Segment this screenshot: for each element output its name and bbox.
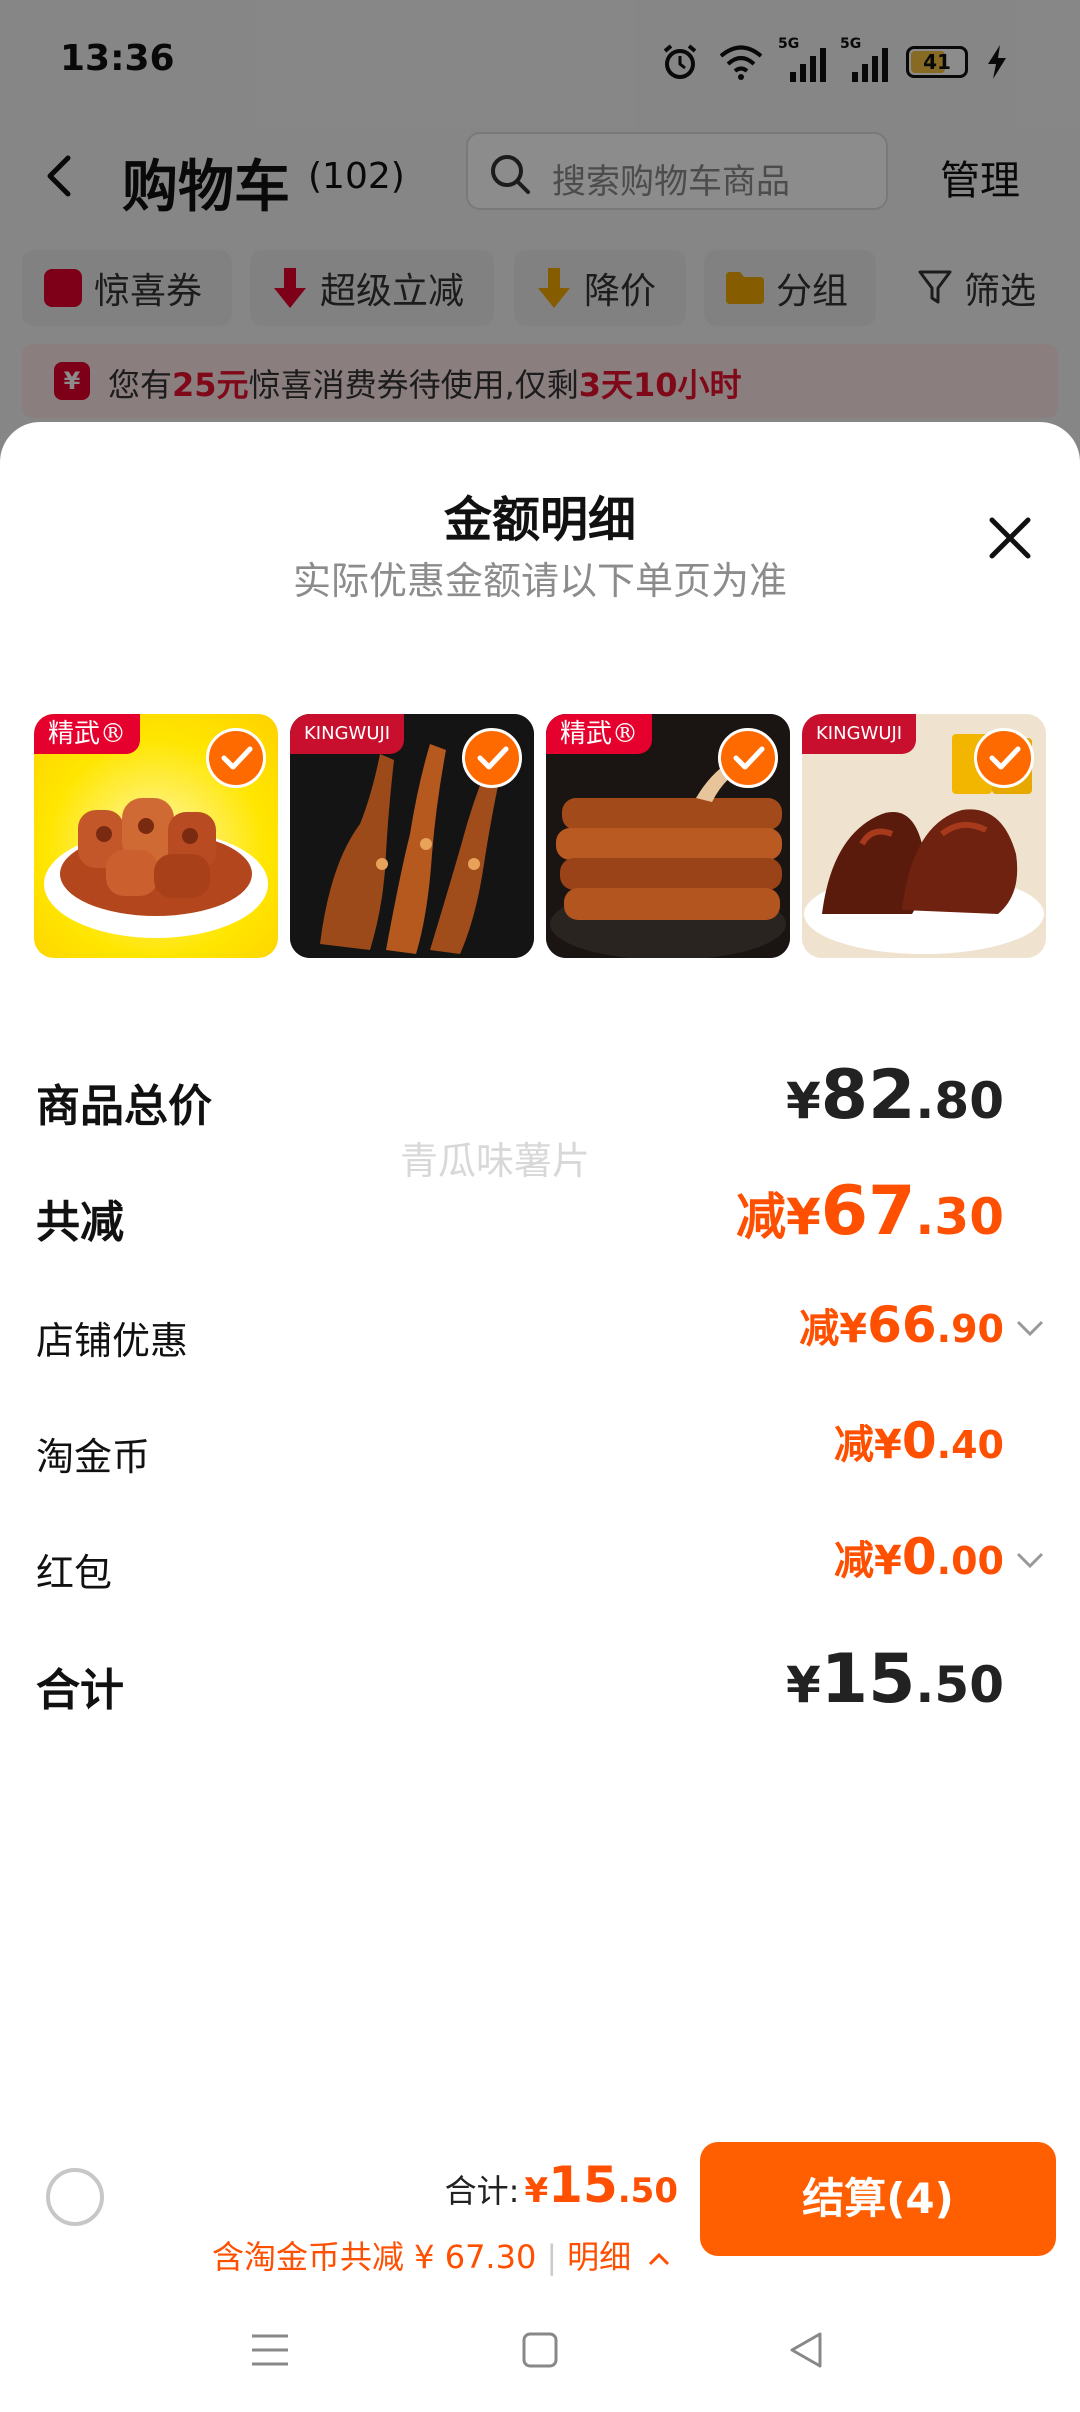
- close-icon[interactable]: [980, 508, 1040, 568]
- brand-tag: KINGWUJI: [290, 714, 405, 754]
- checkout-button[interactable]: 结算(4): [700, 2142, 1056, 2256]
- goods-total-value: ¥82.80: [785, 1056, 1004, 1135]
- checkout-total: 合计: ¥15.50: [445, 2156, 678, 2214]
- goods-total-label: 商品总价: [36, 1081, 212, 1132]
- store-discount-label: 店铺优惠: [36, 1319, 189, 1363]
- total-discount-value: 减¥67.30: [735, 1172, 1004, 1251]
- sum-row: 合计 ¥15.50: [36, 1640, 1046, 1720]
- chevron-down-icon[interactable]: [1014, 1548, 1046, 1572]
- checked-icon[interactable]: [974, 728, 1034, 788]
- amount-detail-sheet: 金额明细 实际优惠金额请以下单页为准 精武® KINGWUJI 精武® KING…: [0, 422, 1080, 2412]
- sheet-title: 金额明细: [443, 492, 636, 548]
- product-thumbnail[interactable]: 精武®: [34, 714, 278, 958]
- checked-icon[interactable]: [718, 728, 778, 788]
- total-label: 合计:: [444, 2172, 520, 2210]
- brand-tag: 精武®: [546, 714, 653, 754]
- total-amount: ¥15.50: [524, 2156, 679, 2214]
- menu-icon[interactable]: [250, 2330, 290, 2370]
- sum-label: 合计: [36, 1665, 124, 1716]
- total-discount-row: 共减 减¥67.30: [36, 1172, 1046, 1252]
- product-thumbnail[interactable]: 精武®: [546, 714, 790, 958]
- chevron-down-icon[interactable]: [1014, 1316, 1046, 1340]
- brand-tag: KINGWUJI: [802, 714, 917, 754]
- detail-toggle[interactable]: 明细: [567, 2238, 631, 2276]
- home-icon[interactable]: [520, 2330, 560, 2370]
- selected-products: 精武® KINGWUJI 精武® KINGWUJI: [34, 714, 1046, 958]
- tao-coins-row: 淘金币 减¥0.40: [36, 1412, 1046, 1492]
- checked-icon[interactable]: [206, 728, 266, 788]
- sheet-subtitle: 实际优惠金额请以下单页为准: [292, 559, 787, 603]
- sum-value: ¥15.50: [785, 1640, 1004, 1719]
- system-nav-bar: [0, 2300, 1080, 2412]
- goods-total-row: 商品总价 ¥82.80: [36, 1056, 1046, 1136]
- tao-coins-value: 减¥0.40: [834, 1412, 1004, 1470]
- chevron-up-icon[interactable]: [647, 2250, 671, 2268]
- store-discount-row[interactable]: 店铺优惠 减¥66.90: [36, 1296, 1046, 1376]
- tao-coins-label: 淘金币: [36, 1435, 151, 1479]
- select-all-checkbox[interactable]: [46, 2168, 104, 2226]
- total-discount-label: 共减: [36, 1197, 124, 1248]
- red-packet-row[interactable]: 红包 减¥0.00: [36, 1528, 1046, 1608]
- checked-icon[interactable]: [462, 728, 522, 788]
- checkout-bar: 合计: ¥15.50 含淘金币共减 ¥ 67.30 | 明细 结算(4): [0, 2120, 1080, 2300]
- red-packet-label: 红包: [36, 1551, 113, 1595]
- product-thumbnail[interactable]: KINGWUJI: [802, 714, 1046, 958]
- red-packet-value: 减¥0.00: [834, 1528, 1004, 1586]
- brand-tag: 精武®: [34, 714, 141, 754]
- saving-text: 含淘金币共减 ¥ 67.30: [212, 2238, 537, 2276]
- saving-summary: 含淘金币共减 ¥ 67.30 | 明细: [212, 2232, 671, 2278]
- back-nav-icon[interactable]: [786, 2330, 826, 2370]
- store-discount-value: 减¥66.90: [799, 1296, 1004, 1354]
- product-thumbnail[interactable]: KINGWUJI: [290, 714, 534, 958]
